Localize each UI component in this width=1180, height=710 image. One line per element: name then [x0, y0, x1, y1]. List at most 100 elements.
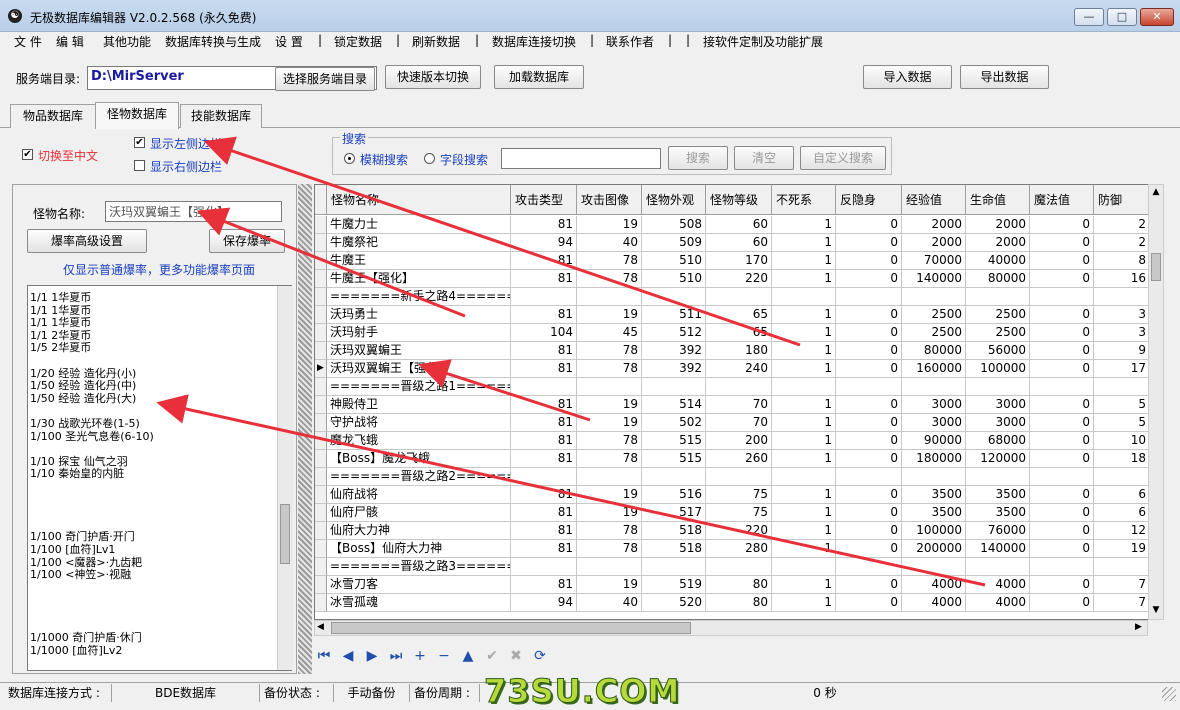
- grid-cell-col-hp[interactable]: 2500: [966, 306, 1030, 324]
- grid-cell-col-attack-image[interactable]: 45: [577, 324, 642, 342]
- row-indicator[interactable]: [315, 270, 327, 288]
- grid-cell-col-level[interactable]: 75: [706, 504, 772, 522]
- grid-cell-col-appearance[interactable]: 519: [642, 576, 706, 594]
- grid-cell-col-defense[interactable]: 3: [1094, 324, 1150, 342]
- grid-cell-col-hp[interactable]: 3000: [966, 396, 1030, 414]
- grid-cell-col-attack-image[interactable]: 78: [577, 450, 642, 468]
- grid-cell-col-defense[interactable]: 10: [1094, 432, 1150, 450]
- grid-cell-col-attack-type[interactable]: 81: [511, 540, 577, 558]
- grid-cell-col-level[interactable]: 240: [706, 360, 772, 378]
- grid-cell-col-attack-image[interactable]: 78: [577, 252, 642, 270]
- grid-cell-col-mp[interactable]: [1030, 378, 1094, 396]
- grid-cell-col-attack-type[interactable]: 81: [511, 216, 577, 234]
- menu-settings[interactable]: 设 置: [275, 33, 303, 50]
- grid-cell-col-attack-type[interactable]: 81: [511, 306, 577, 324]
- grid-cell-col-appearance[interactable]: 515: [642, 450, 706, 468]
- grid-cell-col-mp[interactable]: 0: [1030, 360, 1094, 378]
- drop-list[interactable]: 1/1 1华夏币 1/1 1华夏币 1/1 1华夏币 1/1 2华夏币 1/5 2华夏币…: [27, 285, 292, 671]
- grid-cell-col-appearance[interactable]: 392: [642, 360, 706, 378]
- grid-cell-col-name[interactable]: 守护战将: [327, 414, 511, 432]
- grid-cell-col-exp[interactable]: 3500: [902, 504, 966, 522]
- tab-monsters[interactable]: 怪物数据库: [95, 102, 179, 129]
- grid-cell-col-undead[interactable]: [772, 288, 836, 306]
- grid-cell-col-appearance[interactable]: [642, 558, 706, 576]
- grid-cell-col-exp[interactable]: 2500: [902, 324, 966, 342]
- choose-dir-button[interactable]: 选择服务端目录: [275, 67, 375, 91]
- grid-cell-col-exp[interactable]: 200000: [902, 540, 966, 558]
- import-button[interactable]: 导入数据: [863, 65, 952, 89]
- save-drop-button[interactable]: 保存爆率: [209, 229, 285, 253]
- grid-cell-col-level[interactable]: 260: [706, 450, 772, 468]
- minimize-button[interactable]: —: [1074, 8, 1104, 26]
- grid-cell-col-defense[interactable]: 6: [1094, 486, 1150, 504]
- grid-cell-col-defense[interactable]: 16: [1094, 270, 1150, 288]
- grid-cell-col-undead[interactable]: 1: [772, 252, 836, 270]
- row-indicator[interactable]: [315, 414, 327, 432]
- grid-hscroll-thumb[interactable]: [331, 622, 691, 634]
- grid-cell-col-exp[interactable]: 3000: [902, 414, 966, 432]
- grid-cell-col-defense[interactable]: 3: [1094, 306, 1150, 324]
- grid-cell-col-anti-hide[interactable]: [836, 288, 902, 306]
- grid-cell-col-hp[interactable]: 40000: [966, 252, 1030, 270]
- grid-cell-col-defense[interactable]: 7: [1094, 576, 1150, 594]
- grid-cell-col-name[interactable]: 沃玛双翼蝙王【强化】: [327, 360, 511, 378]
- search-button[interactable]: 搜索: [668, 146, 728, 170]
- menu-contact[interactable]: 联系作者: [606, 33, 654, 50]
- grid-cell-col-anti-hide[interactable]: 0: [836, 522, 902, 540]
- grid-cell-col-name[interactable]: 冰雪孤魂: [327, 594, 511, 612]
- grid-cell-col-exp[interactable]: 2500: [902, 306, 966, 324]
- grid-cell-col-defense[interactable]: 17: [1094, 360, 1150, 378]
- menu-edit[interactable]: 编 辑: [56, 33, 84, 50]
- grid-cell-col-hp[interactable]: 140000: [966, 540, 1030, 558]
- grid-cell-col-defense[interactable]: 5: [1094, 396, 1150, 414]
- grid-cell-col-hp[interactable]: 76000: [966, 522, 1030, 540]
- grid-cell-col-anti-hide[interactable]: 0: [836, 216, 902, 234]
- header-col-level[interactable]: 怪物等级: [706, 185, 772, 215]
- scroll-left-icon[interactable]: ◀: [317, 622, 324, 632]
- drop-list-item[interactable]: 1/100 <神笠>·视融: [30, 569, 131, 581]
- grid-cell-col-hp[interactable]: 68000: [966, 432, 1030, 450]
- grid-cell-col-name[interactable]: 冰雪刀客: [327, 576, 511, 594]
- grid-cell-col-undead[interactable]: [772, 558, 836, 576]
- custom-search-button[interactable]: 自定义搜索: [800, 146, 886, 170]
- grid-cell-col-undead[interactable]: 1: [772, 306, 836, 324]
- row-indicator[interactable]: [315, 540, 327, 558]
- row-indicator[interactable]: [315, 594, 327, 612]
- row-indicator[interactable]: [315, 378, 327, 396]
- switch-cn-checkbox[interactable]: ✔: [22, 149, 33, 160]
- grid-cell-col-level[interactable]: 200: [706, 432, 772, 450]
- monster-grid[interactable]: 怪物名称 攻击类型 攻击图像 怪物外观 怪物等级 不死系 反隐身 经验值 生命值 魔法值 防御 牛魔力…: [314, 184, 1164, 620]
- row-indicator[interactable]: ▶: [315, 360, 327, 378]
- grid-cell-col-appearance[interactable]: [642, 378, 706, 396]
- grid-cell-col-appearance[interactable]: 512: [642, 324, 706, 342]
- grid-cell-col-mp[interactable]: 0: [1030, 234, 1094, 252]
- grid-cell-col-mp[interactable]: [1030, 288, 1094, 306]
- grid-cell-col-level[interactable]: 80: [706, 594, 772, 612]
- maximize-button[interactable]: □: [1107, 8, 1137, 26]
- grid-cell-col-attack-type[interactable]: 81: [511, 432, 577, 450]
- grid-cell-col-defense[interactable]: [1094, 288, 1150, 306]
- grid-cell-col-appearance[interactable]: 514: [642, 396, 706, 414]
- export-button[interactable]: 导出数据: [960, 65, 1049, 89]
- close-button[interactable]: ✕: [1140, 8, 1174, 26]
- grid-cell-col-anti-hide[interactable]: 0: [836, 324, 902, 342]
- drop-list-item[interactable]: 1/50 经验 造化丹(中): [30, 380, 136, 392]
- grid-cell-col-mp[interactable]: 0: [1030, 306, 1094, 324]
- grid-cell-col-name[interactable]: 沃玛射手: [327, 324, 511, 342]
- grid-cell-col-attack-image[interactable]: 19: [577, 504, 642, 522]
- drop-list-item[interactable]: 1/20 经验 造化丹(小): [30, 367, 136, 380]
- grid-cell-col-attack-image[interactable]: 19: [577, 216, 642, 234]
- grid-cell-col-attack-type[interactable]: 81: [511, 486, 577, 504]
- row-indicator[interactable]: [315, 504, 327, 522]
- grid-cell-col-name[interactable]: 牛魔力士: [327, 216, 511, 234]
- header-col-attack-type[interactable]: 攻击类型: [511, 185, 577, 215]
- drop-list-item[interactable]: 1/30 战歌光环卷(1-5): [30, 418, 140, 430]
- grid-cell-col-anti-hide[interactable]: 0: [836, 306, 902, 324]
- grid-cell-col-level[interactable]: 280: [706, 540, 772, 558]
- grid-cell-col-attack-image[interactable]: 40: [577, 594, 642, 612]
- grid-cell-col-mp[interactable]: 0: [1030, 414, 1094, 432]
- row-indicator[interactable]: [315, 468, 327, 486]
- post-icon[interactable]: ✔: [482, 646, 502, 666]
- grid-cell-col-level[interactable]: 65: [706, 306, 772, 324]
- header-col-name[interactable]: 怪物名称: [327, 185, 511, 215]
